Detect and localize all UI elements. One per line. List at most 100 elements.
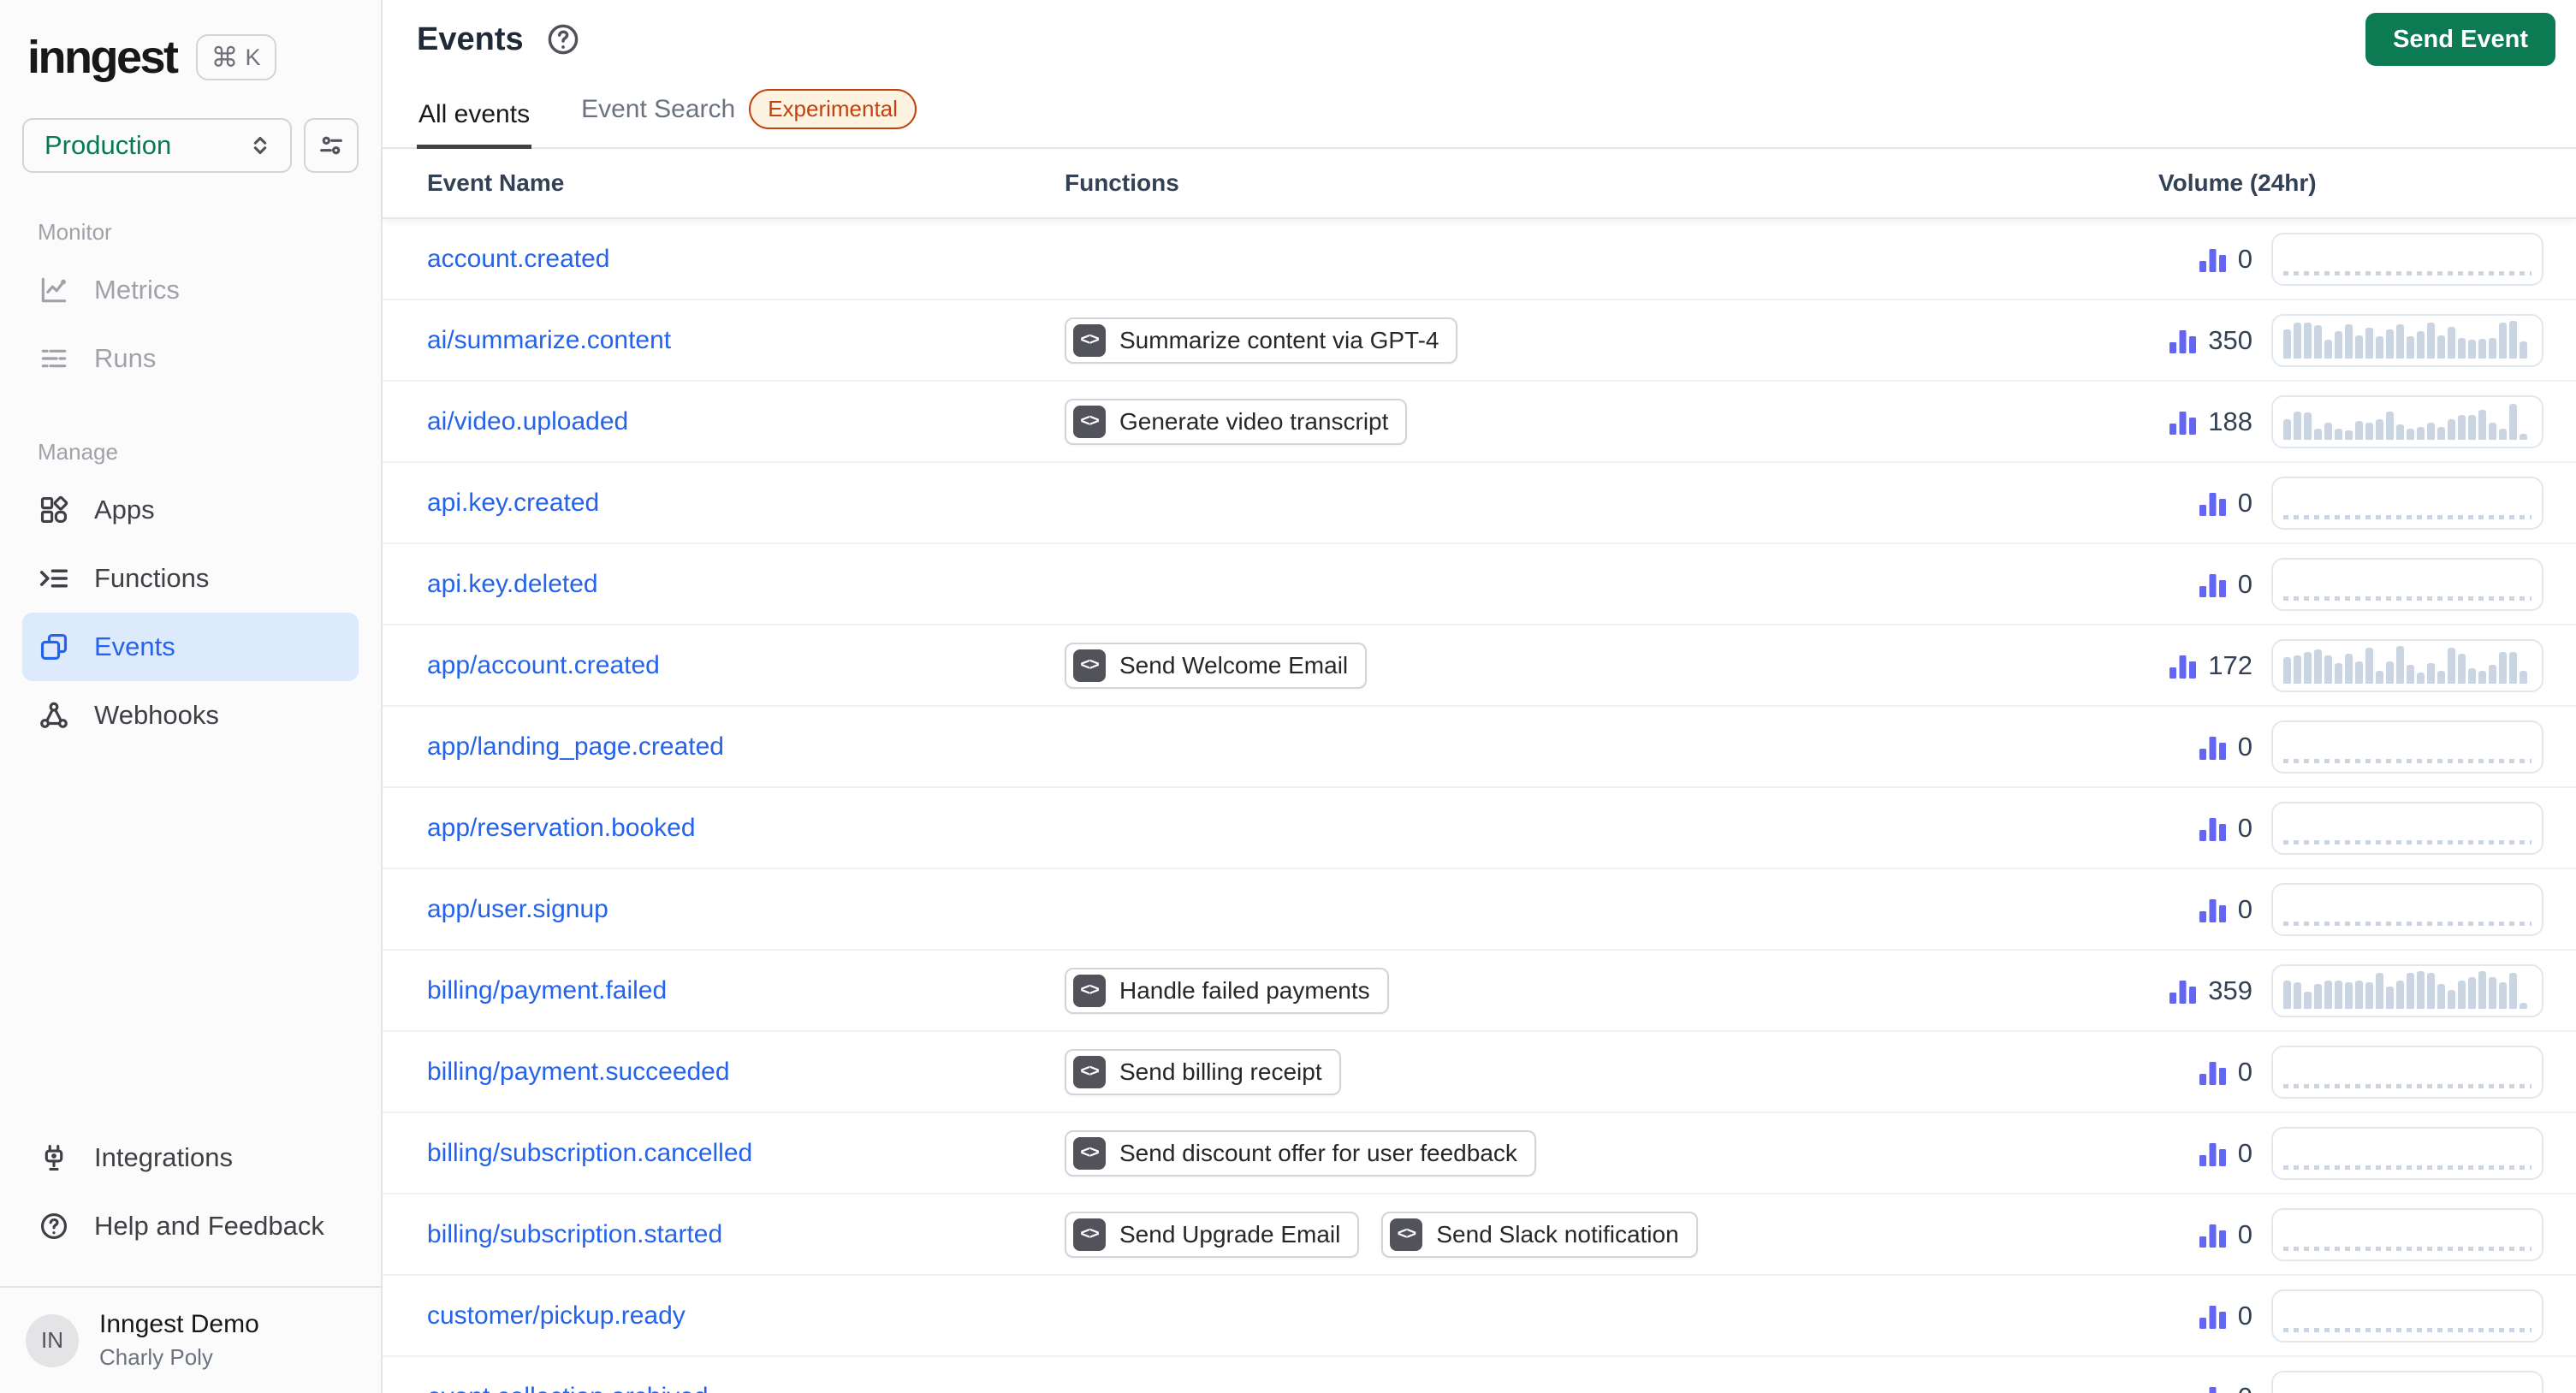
environment-settings-button[interactable] bbox=[304, 118, 359, 173]
spark-bar bbox=[2458, 337, 2466, 359]
spark-bar bbox=[2417, 672, 2425, 684]
tab-all-events[interactable]: All events bbox=[417, 90, 532, 150]
functions-cell: <> Handle failed payments bbox=[1065, 967, 2158, 1014]
volume-cell: 0 bbox=[2158, 1207, 2543, 1261]
volume-sparkline bbox=[2271, 963, 2543, 1017]
function-pill[interactable]: <> Handle failed payments bbox=[1065, 967, 1389, 1014]
user-menu[interactable]: IN Inngest Demo Charly Poly bbox=[0, 1286, 381, 1393]
bar-chart-icon bbox=[2199, 817, 2226, 841]
event-name-link[interactable]: api.key.deleted bbox=[427, 570, 598, 598]
event-name-link[interactable]: account.created bbox=[427, 245, 609, 273]
table-row: app/reservation.booked 0 bbox=[383, 788, 2576, 870]
bar-chart-icon bbox=[2199, 1061, 2226, 1085]
volume-sparkline bbox=[2271, 1126, 2543, 1180]
volume-number: 0 bbox=[2237, 893, 2253, 924]
code-icon: <> bbox=[1073, 1136, 1106, 1170]
event-name-link[interactable]: customer/pickup.ready bbox=[427, 1301, 686, 1330]
event-name-link[interactable]: billing/subscription.started bbox=[427, 1220, 722, 1248]
spark-bar bbox=[2499, 428, 2507, 440]
environment-select[interactable]: Production bbox=[22, 118, 292, 173]
sidebar-item-apps[interactable]: Apps bbox=[22, 476, 359, 544]
volume-cell: 0 bbox=[2158, 1126, 2543, 1180]
function-pill[interactable]: <> Send billing receipt bbox=[1065, 1048, 1341, 1095]
volume-count: 172 bbox=[2160, 650, 2253, 681]
spark-bar bbox=[2376, 670, 2383, 684]
event-name-link[interactable]: billing/payment.failed bbox=[427, 976, 667, 1005]
tab-event-search[interactable]: Event Search Experimental bbox=[579, 79, 918, 149]
spark-bar bbox=[2468, 414, 2476, 440]
spark-bar bbox=[2335, 980, 2342, 1009]
code-icon: <> bbox=[1390, 1218, 1423, 1251]
sidebar-item-webhooks[interactable]: Webhooks bbox=[22, 681, 359, 750]
metrics-icon bbox=[41, 277, 67, 303]
table-row: account.created 0 bbox=[383, 219, 2576, 301]
volume-cell: 0 bbox=[2158, 801, 2543, 855]
spark-bar bbox=[2335, 428, 2342, 440]
sidebar-item-label: Integrations bbox=[94, 1142, 233, 1172]
volume-sparkline bbox=[2271, 638, 2543, 692]
sidebar-item-events[interactable]: Events bbox=[22, 613, 359, 681]
send-event-button[interactable]: Send Event bbox=[2365, 13, 2555, 67]
event-name-link[interactable]: app/user.signup bbox=[427, 895, 608, 923]
event-name-link[interactable]: billing/subscription.cancelled bbox=[427, 1139, 752, 1167]
sidebar-footer: Integrations Help and Feedback bbox=[0, 1123, 381, 1260]
sidebar-item-label: Help and Feedback bbox=[94, 1211, 324, 1241]
functions-cell: <> Generate video transcript bbox=[1065, 398, 2158, 445]
bar-chart-icon bbox=[2169, 329, 2197, 353]
sidebar-item-runs[interactable]: Runs bbox=[22, 324, 359, 393]
sidebar-item-functions[interactable]: Functions bbox=[22, 544, 359, 613]
spark-zero-line bbox=[2283, 270, 2531, 276]
function-pill[interactable]: <> Send discount offer for user feedback bbox=[1065, 1129, 1536, 1177]
spark-bar bbox=[2376, 335, 2383, 359]
spark-bar bbox=[2448, 989, 2455, 1009]
volume-count: 0 bbox=[2160, 813, 2253, 844]
volume-sparkline bbox=[2271, 557, 2543, 611]
spark-zero-line bbox=[2283, 1083, 2531, 1088]
help-circle-icon bbox=[40, 1212, 68, 1240]
spark-bar bbox=[2365, 647, 2373, 684]
event-name-link[interactable]: api.key.created bbox=[427, 489, 599, 517]
environment-label: Production bbox=[45, 130, 172, 160]
sidebar-item-metrics[interactable]: Metrics bbox=[22, 256, 359, 324]
function-pill[interactable]: <> Summarize content via GPT-4 bbox=[1065, 317, 1458, 364]
event-name-link[interactable]: ai/video.uploaded bbox=[427, 407, 628, 436]
spark-bar bbox=[2314, 649, 2322, 684]
spark-bar bbox=[2489, 664, 2496, 684]
event-name-link[interactable]: event.collection.archived bbox=[427, 1383, 709, 1393]
command-k-shortcut[interactable]: ⌘ K bbox=[195, 34, 276, 80]
sliders-icon bbox=[320, 136, 342, 155]
spark-bar bbox=[2427, 972, 2435, 1009]
spark-bar bbox=[2345, 430, 2353, 440]
bar-chart-icon bbox=[2169, 655, 2197, 679]
function-pill[interactable]: <> Send Welcome Email bbox=[1065, 642, 1368, 689]
function-pill[interactable]: <> Send Upgrade Email bbox=[1065, 1211, 1360, 1258]
event-name-link[interactable]: ai/summarize.content bbox=[427, 326, 671, 354]
function-pill[interactable]: <> Generate video transcript bbox=[1065, 398, 1408, 445]
spark-bar bbox=[2324, 655, 2332, 684]
functions-icon bbox=[40, 569, 68, 588]
runs-icon bbox=[41, 349, 67, 368]
section-label-manage: Manage bbox=[38, 439, 118, 465]
event-name-link[interactable]: app/reservation.booked bbox=[427, 814, 696, 842]
volume-count: 0 bbox=[2160, 732, 2253, 762]
volume-cell: 0 bbox=[2158, 557, 2543, 611]
logo-row: inngest ⌘ K bbox=[0, 0, 381, 84]
spark-bar bbox=[2365, 327, 2373, 359]
spark-bar bbox=[2324, 422, 2332, 440]
spark-bar bbox=[2407, 972, 2414, 1009]
spark-bar bbox=[2468, 339, 2476, 359]
spark-bar bbox=[2314, 983, 2322, 1009]
function-pill-label: Summarize content via GPT-4 bbox=[1119, 326, 1439, 353]
event-name-link[interactable]: app/account.created bbox=[427, 651, 660, 679]
event-name-link[interactable]: billing/payment.succeeded bbox=[427, 1058, 730, 1086]
function-pill[interactable]: <> Send Slack notification bbox=[1381, 1211, 1698, 1258]
sidebar-item-integrations[interactable]: Integrations bbox=[22, 1123, 359, 1192]
sidebar-item-help-and-feedback[interactable]: Help and Feedback bbox=[22, 1192, 359, 1260]
spark-bar bbox=[2437, 670, 2445, 684]
spark-bar bbox=[2294, 411, 2301, 440]
event-name-link[interactable]: app/landing_page.created bbox=[427, 732, 724, 761]
volume-sparkline bbox=[2271, 1289, 2543, 1343]
spark-bar bbox=[2376, 972, 2383, 1009]
question-circle-icon[interactable] bbox=[544, 21, 582, 58]
spark-bar bbox=[2376, 418, 2383, 440]
